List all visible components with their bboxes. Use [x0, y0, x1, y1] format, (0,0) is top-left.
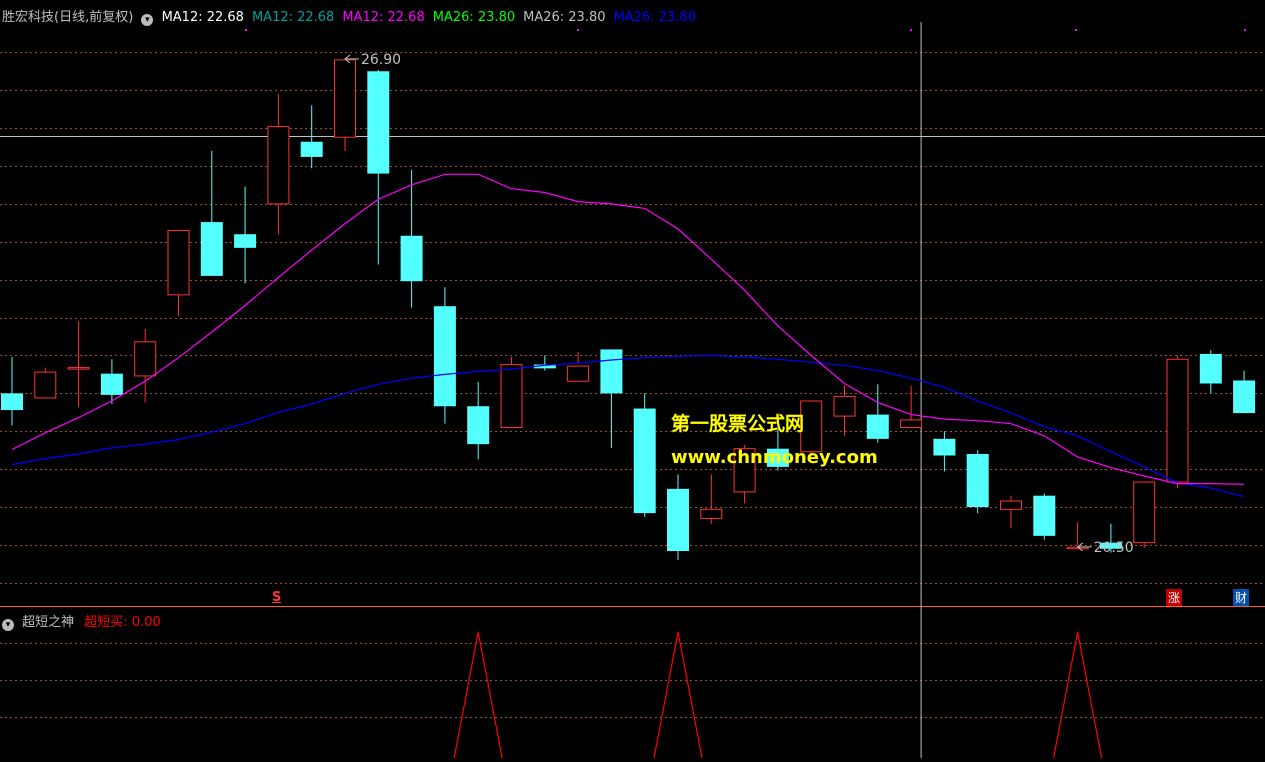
candle-body — [700, 508, 723, 519]
ma-readout-1: MA12: 22.68 — [251, 10, 335, 25]
watermark-url: www.chnmoney.com — [671, 447, 878, 468]
candle-body — [300, 141, 323, 157]
indicator-spike — [1053, 631, 1103, 759]
cai-badge[interactable]: 财 — [1233, 589, 1250, 606]
indicator-spike — [453, 631, 503, 759]
candle-body — [433, 306, 456, 407]
candle-body — [900, 419, 923, 428]
s-marker: S — [272, 590, 282, 605]
top-dot — [1244, 29, 1246, 31]
top-dot — [577, 29, 579, 31]
ma-readouts: MA12: 22.68 MA12: 22.68 MA12: 22.68 MA26: 2… — [162, 10, 704, 25]
candle-body — [200, 222, 223, 276]
stock-chart: 26.90 20.50 胜宏科技(日线,前复权) ▾ MA12: 22.68 MA1… — [0, 0, 1265, 759]
candle-body — [467, 406, 490, 445]
candle-body — [234, 234, 257, 248]
candle-body — [1133, 481, 1156, 544]
candle-body — [134, 341, 157, 377]
candle-body — [67, 367, 90, 370]
ma-readout-4: MA26: 23.80 — [523, 10, 606, 25]
indicator-name: 超短之神 — [22, 615, 75, 630]
indicator-buy-value: 超短买: 0.00 — [84, 615, 161, 630]
candle-body — [966, 454, 989, 508]
candle-body — [34, 371, 57, 399]
watermark-title: 第一股票公式网 — [671, 413, 805, 435]
candle-body — [267, 126, 290, 205]
ma-readout-0: MA12: 22.68 — [161, 10, 244, 25]
top-dot — [1075, 29, 1077, 31]
candle-body — [567, 365, 590, 382]
annotation-label: 20.50 — [1094, 540, 1134, 556]
candle-body — [1, 393, 23, 411]
ma26-line — [11, 354, 1245, 497]
ma-readout-2: MA12: 22.68 — [342, 10, 425, 25]
annotation-label: 26.90 — [361, 52, 401, 68]
candle-body — [1166, 358, 1189, 483]
candle-body — [1000, 500, 1022, 510]
candle-body — [1199, 353, 1222, 384]
candle-body — [667, 488, 689, 552]
indicator-header: ▾ 超短之神 超短买: 0.00 — [2, 611, 161, 631]
candle-body — [367, 71, 390, 174]
top-dot — [245, 29, 247, 31]
candle-body — [100, 373, 123, 395]
dropdown-icon[interactable]: ▾ — [141, 14, 154, 26]
ma12-line — [11, 173, 1245, 485]
candle-body — [866, 414, 889, 439]
chart-header: 胜宏科技(日线,前复权) ▾ MA12: 22.68 MA12: 22.68 MA1… — [2, 6, 704, 26]
indicator-spike — [653, 631, 703, 759]
candle-body — [933, 438, 956, 456]
candle-body — [500, 364, 523, 428]
ma-readout-3: MA26: 23.80 — [432, 10, 516, 25]
candle-body — [633, 408, 656, 514]
top-dot — [910, 29, 912, 31]
candle-body — [167, 229, 190, 296]
candle-body — [1033, 495, 1056, 536]
candle-body — [600, 349, 623, 394]
zhang-badge[interactable]: 涨 — [1166, 589, 1183, 606]
ma-readout-5: MA26: 23.80 — [613, 10, 696, 25]
candle-body — [833, 395, 856, 417]
stock-label: 胜宏科技(日线,前复权) — [2, 10, 134, 25]
chart-canvas: 26.90 20.50 — [0, 22, 1265, 759]
candle-body — [1233, 380, 1256, 414]
candle-body — [334, 59, 356, 138]
dropdown-icon[interactable]: ▾ — [2, 619, 14, 631]
candle-body — [400, 235, 423, 282]
